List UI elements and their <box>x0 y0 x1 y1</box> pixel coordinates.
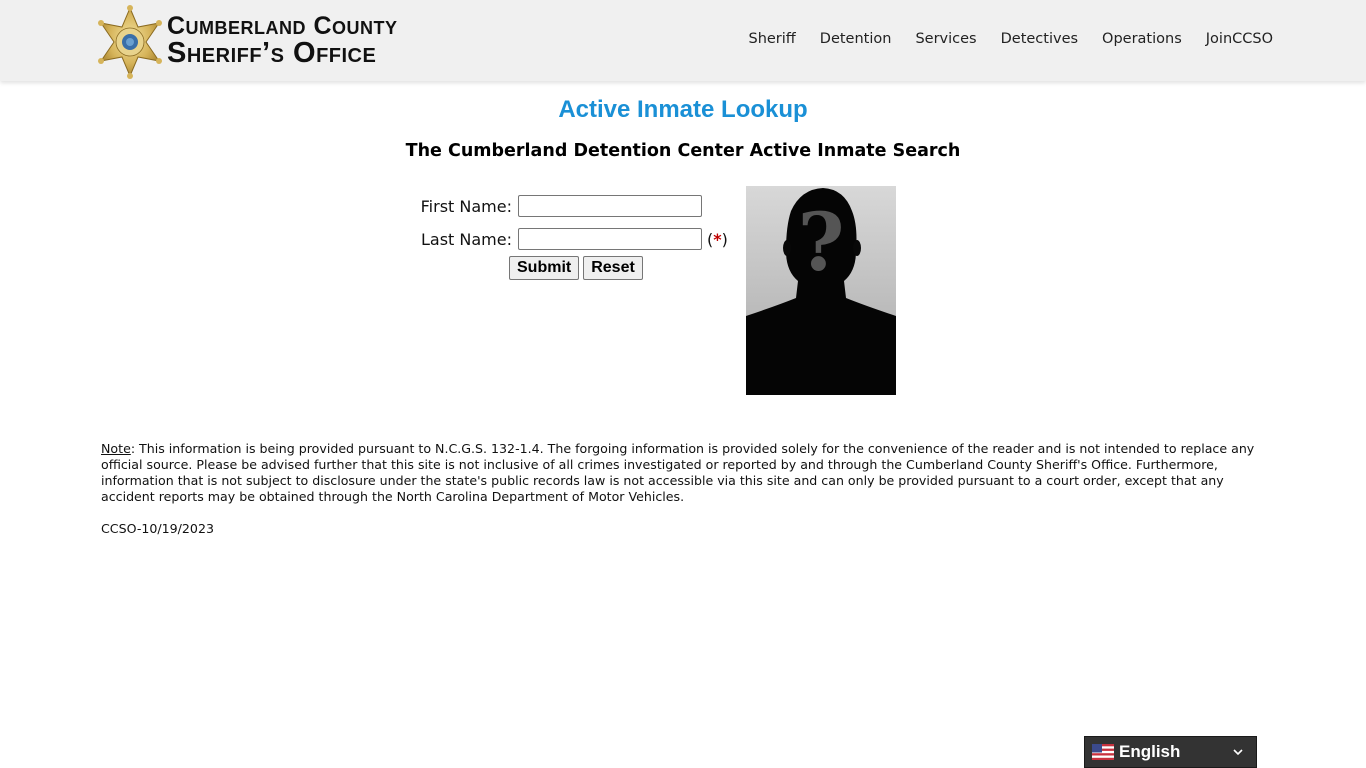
main-nav: Sheriff Detention Services Detectives Op… <box>724 31 1273 47</box>
required-indicator: (*) <box>707 230 728 249</box>
legal-note: Note: This information is being provided… <box>101 441 1266 505</box>
nav-operations[interactable]: Operations <box>1102 31 1182 47</box>
version-stamp: CCSO-10/19/2023 <box>101 521 214 536</box>
form-buttons: Submit Reset <box>509 256 643 280</box>
first-name-row: First Name: <box>400 195 702 217</box>
page-subtitle: The Cumberland Detention Center Active I… <box>405 141 961 161</box>
nav-sheriff[interactable]: Sheriff <box>748 31 795 47</box>
us-flag-icon <box>1092 744 1114 760</box>
last-name-row: Last Name: (*) <box>400 228 728 250</box>
language-selector[interactable]: English <box>1084 736 1257 768</box>
nav-detention[interactable]: Detention <box>820 31 892 47</box>
last-name-label: Last Name: <box>420 229 512 249</box>
required-close: ) <box>721 229 728 249</box>
nav-detectives[interactable]: Detectives <box>1001 31 1078 47</box>
unknown-person-icon: ? <box>746 186 896 395</box>
logo-line-1: Cumberland County <box>167 12 398 40</box>
nav-services[interactable]: Services <box>915 31 976 47</box>
first-name-input[interactable] <box>518 195 702 217</box>
inmate-photo-placeholder: ? <box>746 186 896 395</box>
last-name-input[interactable] <box>518 228 702 250</box>
first-name-label: First Name: <box>420 196 512 216</box>
sheriff-badge-icon <box>98 5 162 79</box>
note-label: Note <box>101 441 131 456</box>
site-logo[interactable]: Cumberland County Sheriff’s Office <box>96 5 398 79</box>
note-text: : This information is being provided pur… <box>101 441 1255 504</box>
page-title: Active Inmate Lookup <box>558 96 808 123</box>
nav-joinccso[interactable]: JoinCCSO <box>1206 31 1273 47</box>
language-label: English <box>1119 742 1181 761</box>
logo-line-2: Sheriff’s Office <box>167 37 377 69</box>
reset-button[interactable]: Reset <box>583 256 643 280</box>
site-header: Cumberland County Sheriff’s Office Sheri… <box>0 0 1366 81</box>
submit-button[interactable]: Submit <box>509 256 580 280</box>
required-star: * <box>713 229 722 249</box>
svg-text:?: ? <box>798 195 845 289</box>
chevron-down-icon <box>1233 749 1243 756</box>
